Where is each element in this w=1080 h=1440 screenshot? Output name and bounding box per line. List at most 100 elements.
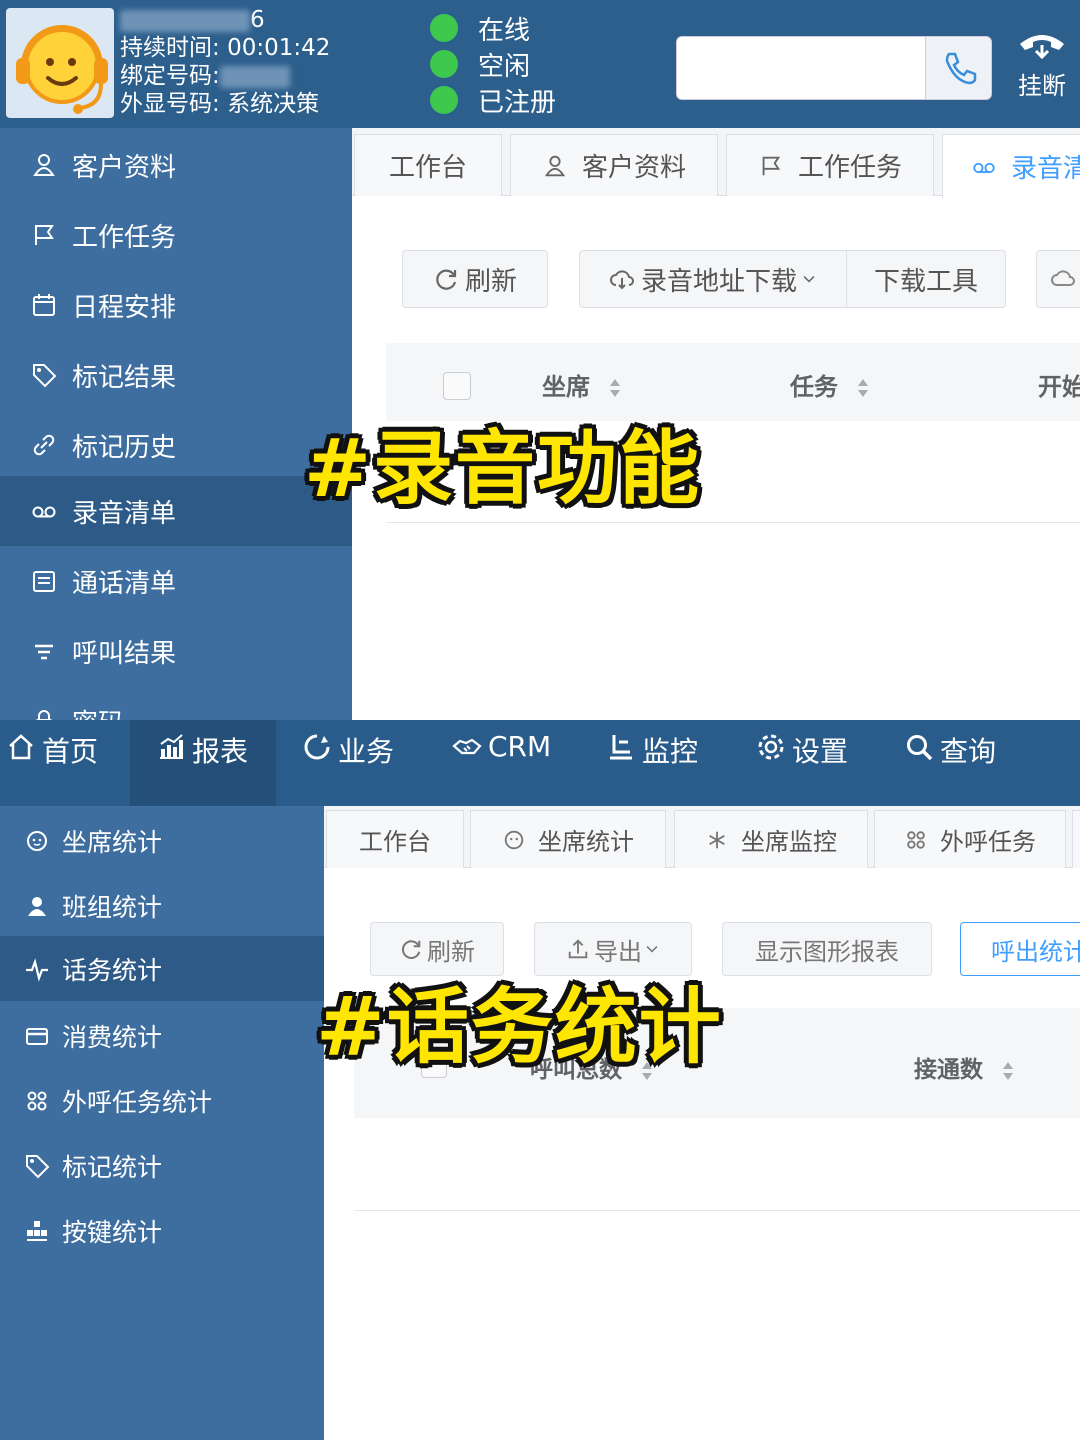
sidebar-customer: 客户资料 工作任务 日程安排 标记结果 标记历史 录音清单 通话清单 呼叫结果 …: [0, 128, 352, 720]
flag-icon: [35, 225, 54, 245]
status-label: 空闲: [478, 51, 531, 82]
button-label: 下载工具: [873, 266, 978, 297]
top-navigation: 首页 报表 业务 CRM 监控 设置 查询: [0, 720, 1080, 806]
status-registered: 已注册: [430, 82, 556, 118]
display-number-label: 外显号码:: [120, 91, 220, 117]
select-all-checkbox[interactable]: [443, 372, 471, 400]
status-label: 已注册: [478, 87, 557, 118]
hangup-button[interactable]: 挂断: [1012, 28, 1072, 101]
nav-label: 首页: [42, 735, 99, 768]
tab-workbench[interactable]: 工作台: [354, 134, 502, 196]
column-agent[interactable]: 坐席: [542, 367, 622, 402]
column-label: 任务: [790, 373, 838, 401]
overlay-title-traffic: #话务统计: [316, 980, 723, 1075]
lock-icon: [35, 710, 53, 720]
column-start[interactable]: 开始: [1038, 367, 1080, 402]
tab-recordings[interactable]: 录音清单: [942, 134, 1080, 198]
status-idle: 空闲: [430, 46, 556, 82]
outbound-stats-button[interactable]: 呼出统计: [960, 922, 1080, 976]
agent-status-bar: 6 持续时间: 00:01:42 绑定号码: 外显号码: 系统决策 在线 空闲 …: [0, 0, 1080, 128]
sidebar-item-outbound-task-stats[interactable]: 外呼任务统计: [0, 1068, 324, 1133]
agent-id-row: 6: [120, 6, 330, 34]
keypad-icon: [27, 1220, 47, 1241]
redacted-bound-number: [219, 65, 290, 88]
bound-number-row: 绑定号码:: [120, 62, 330, 90]
cloud-icon: [1051, 270, 1075, 286]
nav-label: 业务: [338, 735, 395, 768]
report-panel: 首页 报表 业务 CRM 监控 设置 查询 坐席统计 班组统计 话务统计 消费统…: [0, 720, 1080, 1440]
more-toolbar-button[interactable]: [1036, 250, 1080, 308]
sidebar-item-task[interactable]: 工作任务: [0, 200, 352, 270]
nav-crm[interactable]: CRM: [452, 720, 582, 806]
tab-label: 坐席监控: [741, 828, 837, 856]
tab-outbound-task[interactable]: 外呼任务: [874, 810, 1066, 868]
duration-label: 持续时间:: [120, 35, 220, 61]
sidebar-item-mark-stats[interactable]: 标记统计: [0, 1133, 324, 1198]
sidebar-item-label: 通话清单: [72, 568, 177, 599]
nav-settings[interactable]: 设置: [756, 720, 886, 806]
tab-bar: 工作台 客户资料 工作任务 录音清单: [352, 128, 1080, 198]
dial-number-input[interactable]: [676, 36, 992, 100]
tab-task[interactable]: 工作任务: [726, 134, 934, 196]
grid-icon: [27, 1091, 47, 1110]
nav-monitor[interactable]: 监控: [606, 720, 736, 806]
sidebar-item-label: 消费统计: [62, 1022, 163, 1052]
agent-avatar: [6, 8, 114, 118]
nav-business[interactable]: 业务: [302, 720, 422, 806]
link-icon: [33, 434, 55, 456]
nav-reports[interactable]: 报表: [130, 720, 276, 806]
redacted-agent-id: [120, 9, 250, 32]
sidebar-item-label: 呼叫结果: [72, 638, 177, 669]
sidebar-item-call-result[interactable]: 呼叫结果: [0, 616, 352, 686]
agent-info: 6 持续时间: 00:01:42 绑定号码: 外显号码: 系统决策: [120, 6, 330, 118]
dial-button[interactable]: [925, 37, 991, 99]
tab-agent-stats[interactable]: 坐席统计: [470, 810, 666, 868]
sidebar-item-customer[interactable]: 客户资料: [0, 130, 352, 200]
column-connected[interactable]: 接通数: [914, 1050, 1015, 1084]
pulse-icon: [26, 957, 48, 982]
sidebar-item-mark-result[interactable]: 标记结果: [0, 340, 352, 410]
sort-icon: [610, 379, 621, 397]
duration-row: 持续时间: 00:01:42: [120, 34, 330, 62]
sidebar-item-agent-stats[interactable]: 坐席统计: [0, 808, 324, 873]
tag-icon: [33, 364, 57, 388]
tab-label: 工作台: [359, 828, 431, 856]
sidebar-item-label: 外呼任务统计: [62, 1087, 213, 1117]
tab-label: 工作任务: [797, 153, 902, 183]
cycle-icon: [304, 734, 330, 760]
sidebar-item-calls[interactable]: 通话清单: [0, 546, 352, 616]
agent-icon: [27, 830, 47, 851]
gear-icon: [758, 734, 784, 760]
user-icon: [33, 154, 55, 176]
flag-icon: [762, 156, 781, 175]
sidebar-item-label: 录音清单: [72, 498, 177, 529]
sidebar-item-traffic-stats[interactable]: 话务统计: [0, 936, 324, 1001]
tab-label: 录音清单: [1011, 154, 1080, 184]
sidebar-item-schedule[interactable]: 日程安排: [0, 270, 352, 340]
download-tool-button[interactable]: 下载工具: [846, 250, 1006, 308]
status-label: 在线: [478, 15, 531, 46]
tab-agent-monitor[interactable]: 坐席监控: [674, 810, 868, 868]
sidebar-item-label: 客户资料: [72, 152, 177, 183]
download-url-dropdown[interactable]: 录音地址下载: [579, 250, 847, 308]
sidebar-item-consumption-stats[interactable]: 消费统计: [0, 1003, 324, 1068]
tab-workbench[interactable]: 工作台: [326, 810, 464, 868]
nav-home[interactable]: 首页: [6, 720, 128, 806]
nav-label: 设置: [792, 735, 849, 768]
sidebar-item-recordings[interactable]: 录音清单: [0, 476, 352, 546]
column-task[interactable]: 任务: [790, 367, 870, 402]
sidebar-item-password[interactable]: 密码: [0, 686, 352, 720]
sidebar-item-mark-history[interactable]: 标记历史: [0, 410, 352, 480]
tab-label: 工作台: [388, 153, 467, 183]
show-chart-button[interactable]: 显示图形报表: [722, 922, 932, 976]
nav-query[interactable]: 查询: [904, 720, 1034, 806]
tab-overflow[interactable]: [1072, 810, 1080, 868]
tab-customer[interactable]: 客户资料: [510, 134, 718, 196]
refresh-button[interactable]: 刷新: [402, 250, 548, 308]
column-label: 开始: [1038, 373, 1080, 401]
sidebar-item-keypress-stats[interactable]: 按键统计: [0, 1198, 324, 1263]
tab-bar: 工作台 坐席统计 坐席监控 外呼任务: [324, 806, 1080, 868]
card-icon: [26, 1027, 48, 1045]
sidebar-item-group-stats[interactable]: 班组统计: [0, 873, 324, 938]
sidebar-item-label: 话务统计: [62, 955, 163, 985]
